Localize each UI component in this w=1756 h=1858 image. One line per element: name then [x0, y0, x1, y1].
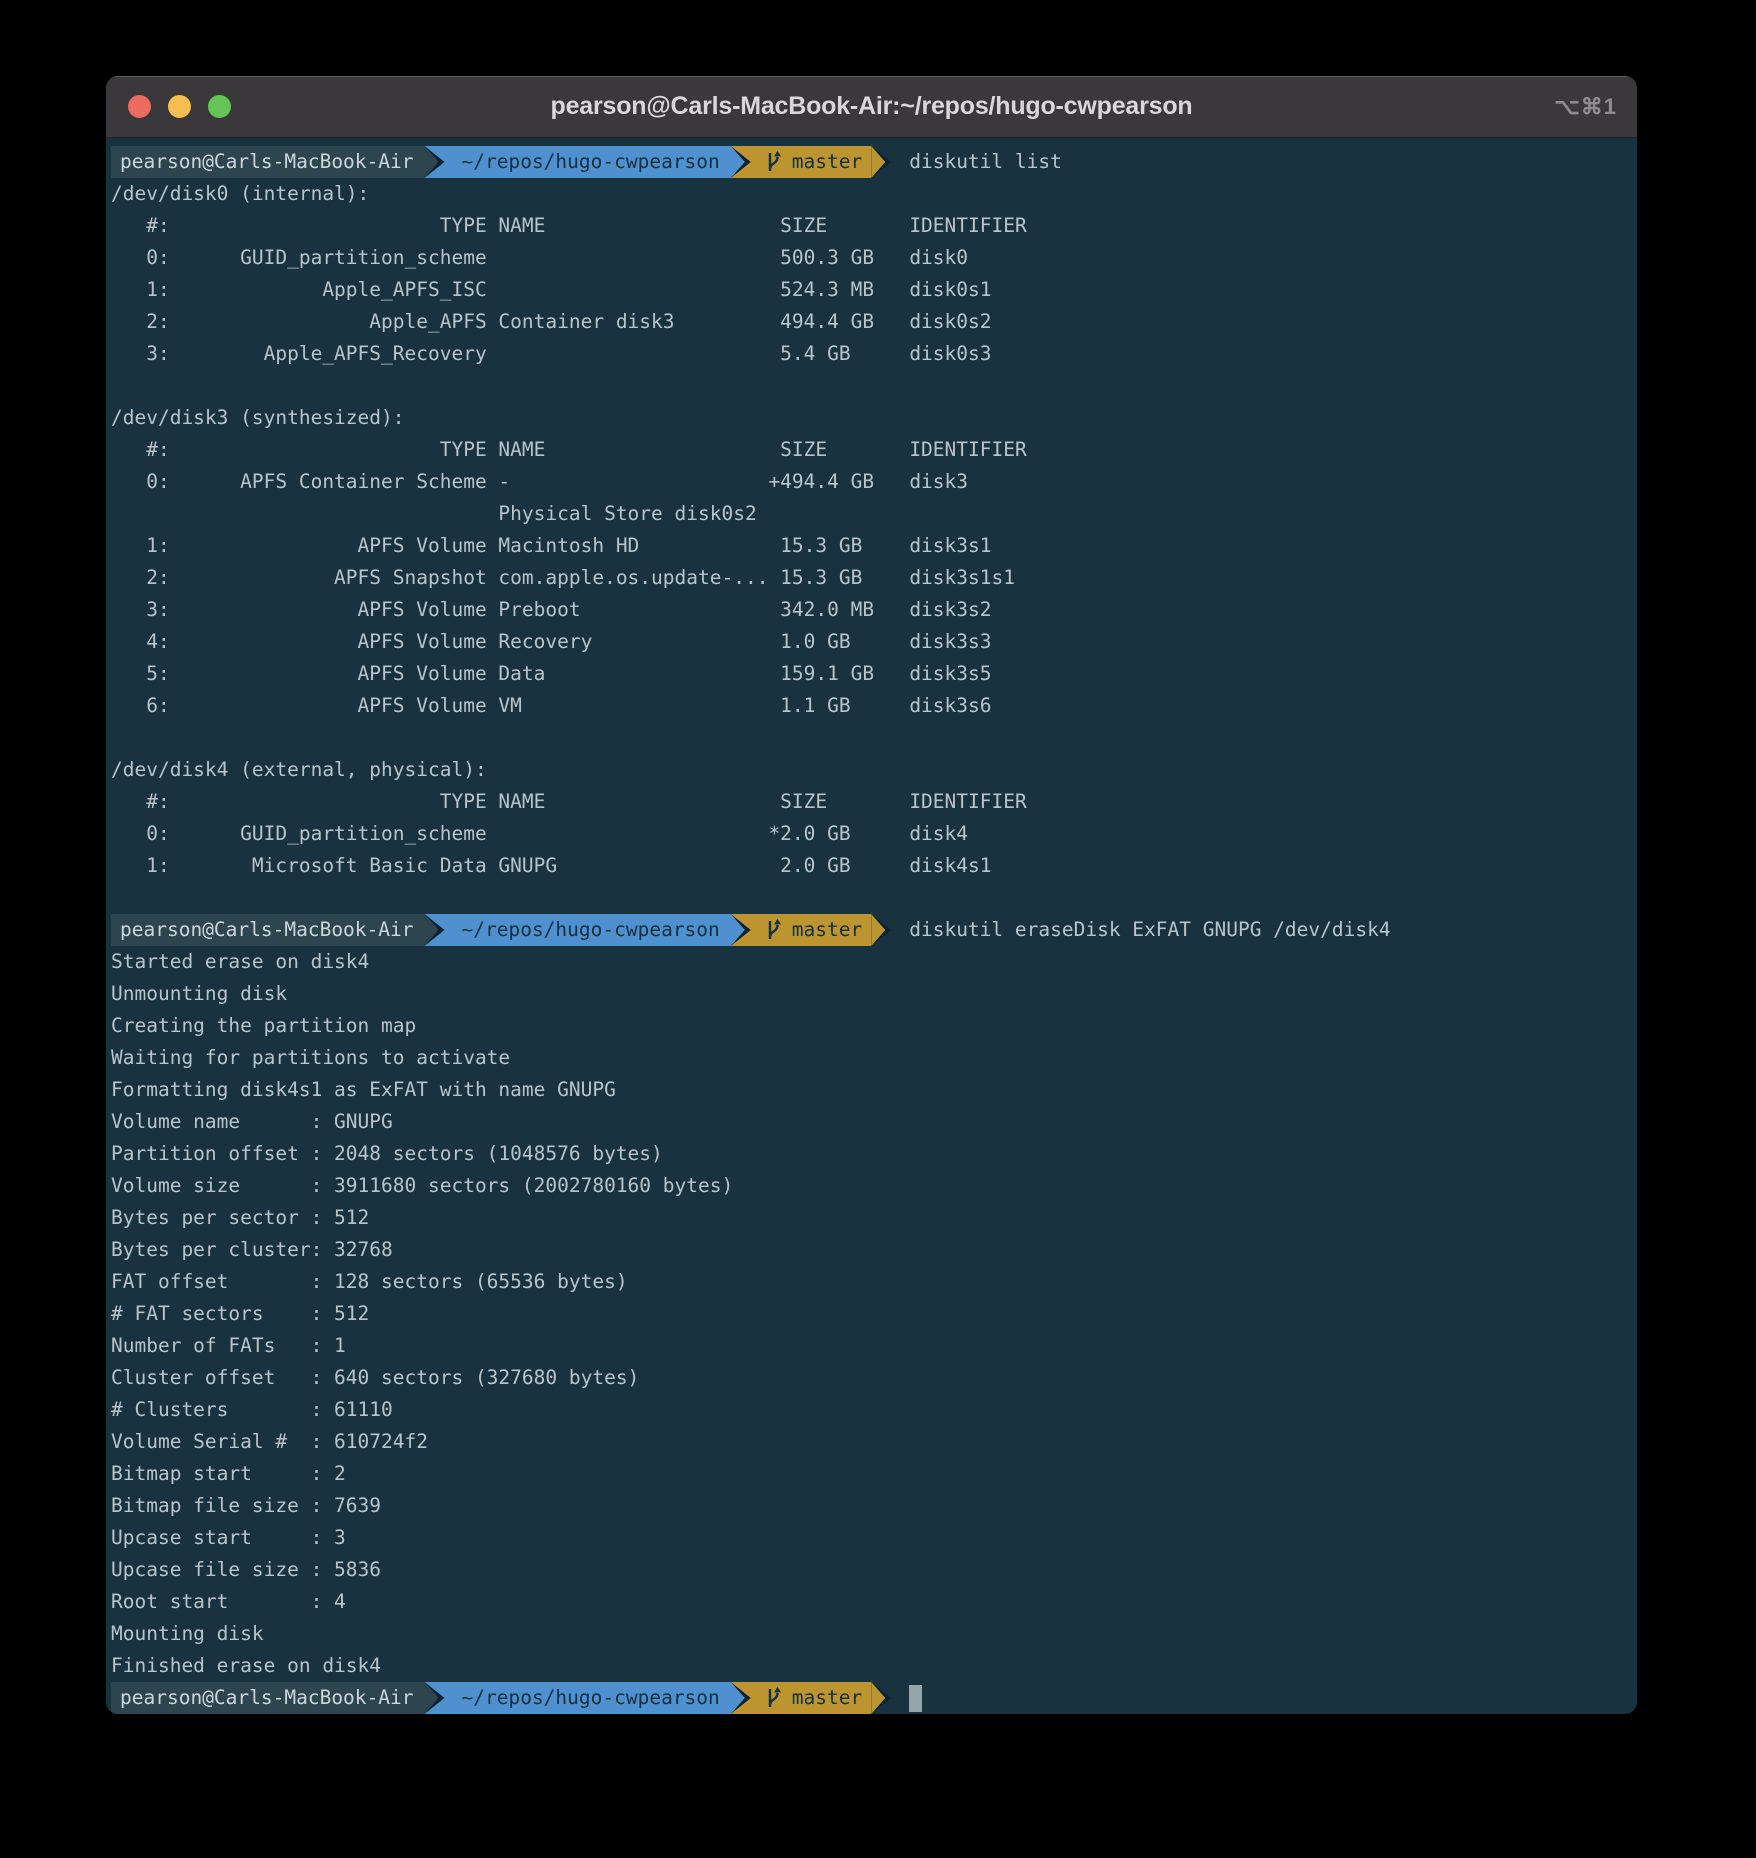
powerline-arrow-icon — [731, 146, 757, 178]
traffic-lights — [128, 76, 231, 137]
keyboard-shortcut-badge: ⌥⌘1 — [1554, 76, 1617, 137]
prompt-cwd: ~/repos/hugo-cwpearson — [451, 146, 731, 178]
titlebar: pearson@Carls-MacBook-Air:~/repos/hugo-c… — [106, 76, 1637, 138]
shell-prompt: pearson@Carls-MacBook-Air ~/repos/hugo-c… — [111, 1682, 1637, 1714]
git-branch-label: master — [792, 146, 862, 178]
powerline-arrow-icon — [871, 1682, 897, 1714]
powerline-arrow-icon — [731, 914, 757, 946]
powerline-arrow-icon — [425, 146, 451, 178]
prompt-cwd: ~/repos/hugo-cwpearson — [451, 1682, 731, 1714]
prompt-git-branch: master — [757, 914, 871, 946]
zoom-button[interactable] — [208, 95, 231, 118]
prompt-user-host: pearson@Carls-MacBook-Air — [111, 1682, 425, 1714]
powerline-arrow-icon — [425, 914, 451, 946]
diskutil-list-output: /dev/disk0 (internal): #: TYPE NAME SIZE… — [111, 178, 1637, 882]
prompt-user-host: pearson@Carls-MacBook-Air — [111, 914, 425, 946]
powerline-arrow-icon — [871, 146, 897, 178]
minimize-button[interactable] — [168, 95, 191, 118]
shell-prompt: pearson@Carls-MacBook-Air ~/repos/hugo-c… — [111, 914, 1637, 946]
diskutil-erase-output: Started erase on disk4 Unmounting disk C… — [111, 946, 1637, 1682]
git-branch-icon — [764, 918, 783, 942]
git-branch-icon — [764, 150, 783, 174]
terminal-window: pearson@Carls-MacBook-Air:~/repos/hugo-c… — [106, 76, 1637, 1714]
prompt-git-branch: master — [757, 1682, 871, 1714]
close-button[interactable] — [128, 95, 151, 118]
git-branch-icon — [764, 1686, 783, 1710]
powerline-arrow-icon — [871, 914, 897, 946]
command-text: diskutil eraseDisk ExFAT GNUPG /dev/disk… — [909, 914, 1390, 946]
terminal-content[interactable]: pearson@Carls-MacBook-Air ~/repos/hugo-c… — [106, 138, 1637, 1714]
window-title: pearson@Carls-MacBook-Air:~/repos/hugo-c… — [551, 92, 1193, 121]
shell-prompt: pearson@Carls-MacBook-Air ~/repos/hugo-c… — [111, 146, 1637, 178]
git-branch-label: master — [792, 1682, 862, 1714]
powerline-arrow-icon — [425, 1682, 451, 1714]
prompt-cwd: ~/repos/hugo-cwpearson — [451, 914, 731, 946]
prompt-git-branch: master — [757, 146, 871, 178]
terminal-cursor — [909, 1685, 922, 1712]
prompt-user-host: pearson@Carls-MacBook-Air — [111, 146, 425, 178]
command-text: diskutil list — [909, 146, 1062, 178]
powerline-arrow-icon — [731, 1682, 757, 1714]
git-branch-label: master — [792, 914, 862, 946]
